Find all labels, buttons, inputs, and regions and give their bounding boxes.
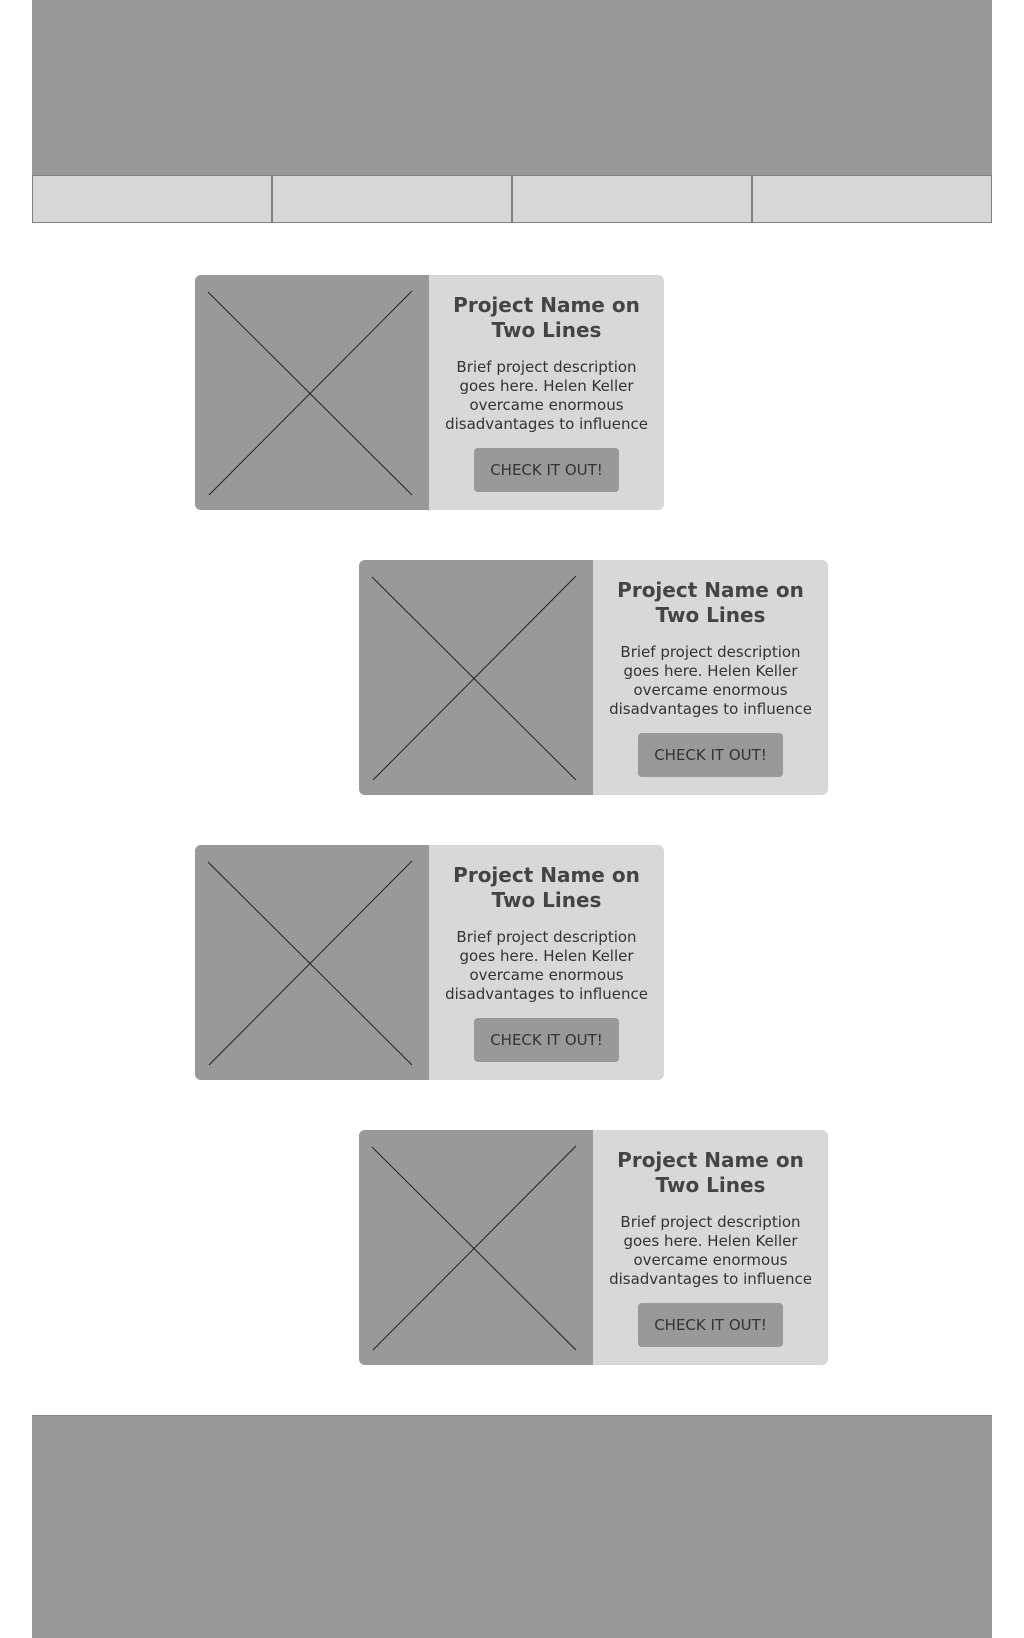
project-description: Brief project description goes here. Hel… xyxy=(445,358,648,433)
footer xyxy=(32,1415,992,1638)
project-card: Project Name on Two Lines Brief project … xyxy=(195,275,664,510)
check-it-out-button[interactable]: CHECK IT OUT! xyxy=(474,448,619,492)
image-placeholder-icon xyxy=(371,575,577,781)
project-image[interactable] xyxy=(195,275,429,510)
check-it-out-button[interactable]: CHECK IT OUT! xyxy=(638,1303,783,1347)
check-it-out-button[interactable]: CHECK IT OUT! xyxy=(638,733,783,777)
project-description: Brief project description goes here. Hel… xyxy=(609,1213,812,1288)
image-placeholder-icon xyxy=(207,290,413,496)
nav-tab-4[interactable] xyxy=(753,176,991,222)
project-card-body: Project Name on Two Lines Brief project … xyxy=(429,275,664,510)
check-it-out-button[interactable]: CHECK IT OUT! xyxy=(474,1018,619,1062)
image-placeholder-icon xyxy=(207,860,413,1066)
project-description: Brief project description goes here. Hel… xyxy=(609,643,812,718)
project-card-body: Project Name on Two Lines Brief project … xyxy=(429,845,664,1080)
nav-bar xyxy=(32,175,992,223)
project-card-body: Project Name on Two Lines Brief project … xyxy=(593,560,828,795)
project-title: Project Name on Two Lines xyxy=(617,1148,804,1197)
nav-tab-3[interactable] xyxy=(513,176,753,222)
image-placeholder-icon xyxy=(371,1145,577,1351)
project-card: Project Name on Two Lines Brief project … xyxy=(359,1130,828,1365)
header-banner xyxy=(32,0,992,176)
project-description: Brief project description goes here. Hel… xyxy=(445,928,648,1003)
nav-tab-1[interactable] xyxy=(33,176,273,222)
project-card: Project Name on Two Lines Brief project … xyxy=(359,560,828,795)
project-card-body: Project Name on Two Lines Brief project … xyxy=(593,1130,828,1365)
nav-tab-2[interactable] xyxy=(273,176,513,222)
page: Project Name on Two Lines Brief project … xyxy=(0,0,1024,1638)
project-title: Project Name on Two Lines xyxy=(453,293,640,342)
project-image[interactable] xyxy=(359,560,593,795)
project-title: Project Name on Two Lines xyxy=(617,578,804,627)
project-image[interactable] xyxy=(359,1130,593,1365)
project-title: Project Name on Two Lines xyxy=(453,863,640,912)
project-image[interactable] xyxy=(195,845,429,1080)
project-card: Project Name on Two Lines Brief project … xyxy=(195,845,664,1080)
